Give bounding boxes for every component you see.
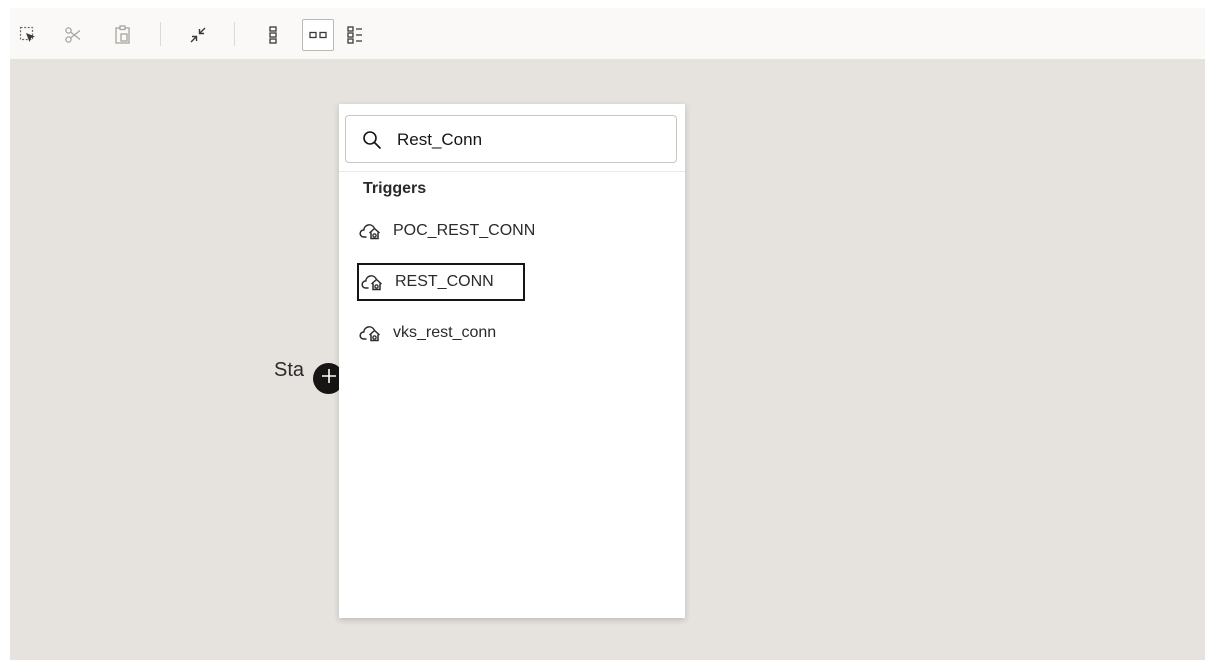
pseudo-layout-button[interactable]	[339, 19, 371, 51]
select-button[interactable]	[12, 19, 44, 51]
collapse-button[interactable]	[182, 19, 214, 51]
trigger-item-rest-conn[interactable]: REST_CONN	[357, 263, 525, 301]
select-icon	[19, 26, 37, 44]
cut-button[interactable]	[57, 19, 89, 51]
search-icon	[362, 130, 382, 155]
rest-adapter-icon	[359, 219, 383, 243]
toolbar-separator	[160, 22, 161, 46]
trigger-search-popup: Rest_Conn Triggers POC_REST_CONN REST_CO…	[339, 104, 685, 618]
search-input-value[interactable]: Rest_Conn	[397, 130, 482, 150]
collapse-icon	[189, 26, 207, 44]
cut-icon	[64, 26, 82, 44]
plus-icon	[321, 368, 337, 389]
integration-canvas-app: Sta Rest_Conn Triggers POC_REST_CONN RES…	[10, 8, 1205, 660]
vertical-layout-button[interactable]	[257, 19, 289, 51]
trigger-item-label: POC_REST_CONN	[393, 222, 536, 239]
horizontal-layout-button[interactable]	[302, 19, 334, 51]
trigger-item-poc-rest-conn[interactable]: POC_REST_CONN	[359, 212, 535, 250]
trigger-item-vks-rest-conn[interactable]: vks_rest_conn	[359, 314, 496, 352]
integration-canvas[interactable]: Sta Rest_Conn Triggers POC_REST_CONN RES…	[10, 59, 1205, 660]
pseudo-layout-icon	[346, 26, 364, 44]
rest-adapter-icon	[361, 270, 385, 294]
paste-button[interactable]	[107, 19, 139, 51]
paste-icon	[114, 25, 132, 45]
rest-adapter-icon	[359, 321, 383, 345]
search-input[interactable]: Rest_Conn	[345, 115, 677, 163]
vertical-layout-icon	[268, 26, 278, 44]
toolbar-separator	[234, 22, 235, 46]
trigger-item-label: vks_rest_conn	[393, 324, 497, 341]
trigger-item-label: REST_CONN	[395, 273, 494, 290]
section-heading-triggers: Triggers	[363, 180, 427, 197]
start-node-label: Sta	[274, 359, 305, 381]
divider	[339, 171, 685, 172]
horizontal-layout-icon	[309, 31, 327, 39]
canvas-toolbar	[10, 8, 1205, 59]
